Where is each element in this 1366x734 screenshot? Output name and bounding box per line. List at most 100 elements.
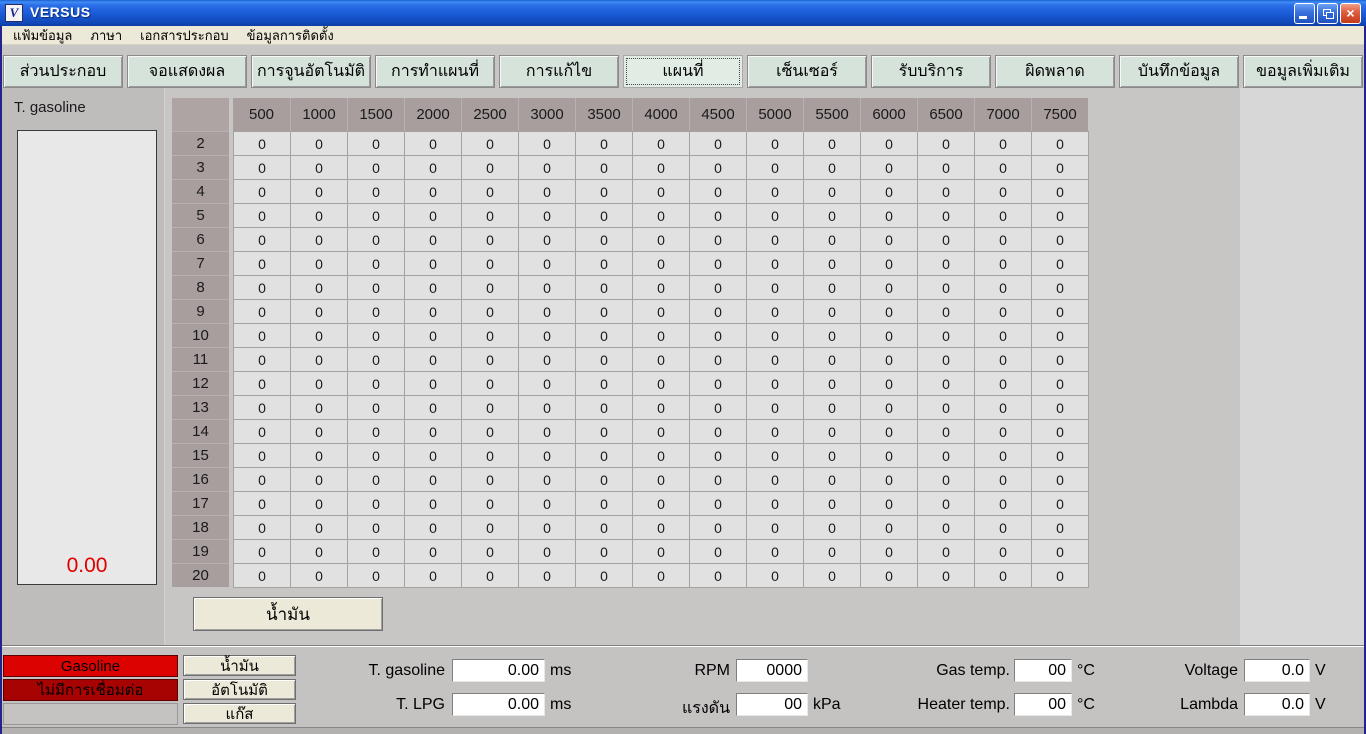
menu-item-3[interactable]: ข้อมูลการติดตั้ง: [238, 24, 343, 47]
map-cell[interactable]: 0: [519, 180, 576, 204]
map-cell[interactable]: 0: [576, 228, 633, 252]
map-cell[interactable]: 0: [975, 252, 1032, 276]
map-cell[interactable]: 0: [519, 348, 576, 372]
map-cell[interactable]: 0: [348, 276, 405, 300]
map-cell[interactable]: 0: [861, 180, 918, 204]
map-cell[interactable]: 0: [1032, 252, 1089, 276]
map-cell[interactable]: 0: [804, 252, 861, 276]
map-cell[interactable]: 0: [861, 132, 918, 156]
map-cell[interactable]: 0: [519, 492, 576, 516]
map-cell[interactable]: 0: [291, 300, 348, 324]
map-cell[interactable]: 0: [975, 324, 1032, 348]
map-cell[interactable]: 0: [918, 300, 975, 324]
map-cell[interactable]: 0: [633, 324, 690, 348]
map-cell[interactable]: 0: [291, 540, 348, 564]
map-cell[interactable]: 0: [234, 444, 291, 468]
menu-item-0[interactable]: แฟ้มข้อมูล: [4, 24, 81, 47]
minimize-button[interactable]: [1294, 3, 1315, 24]
map-cell[interactable]: 0: [576, 276, 633, 300]
tab-3[interactable]: การทำแผนที่: [375, 55, 495, 88]
map-cell[interactable]: 0: [519, 276, 576, 300]
map-cell[interactable]: 0: [405, 228, 462, 252]
map-cell[interactable]: 0: [1032, 540, 1089, 564]
map-cell[interactable]: 0: [576, 324, 633, 348]
map-cell[interactable]: 0: [576, 516, 633, 540]
map-cell[interactable]: 0: [462, 420, 519, 444]
map-cell[interactable]: 0: [234, 420, 291, 444]
map-cell[interactable]: 0: [633, 156, 690, 180]
map-cell[interactable]: 0: [519, 564, 576, 588]
map-cell[interactable]: 0: [747, 372, 804, 396]
map-cell[interactable]: 0: [975, 492, 1032, 516]
map-cell[interactable]: 0: [861, 300, 918, 324]
t-gasoline-input[interactable]: [452, 659, 545, 682]
map-cell[interactable]: 0: [291, 468, 348, 492]
map-cell[interactable]: 0: [462, 252, 519, 276]
map-cell[interactable]: 0: [975, 468, 1032, 492]
map-cell[interactable]: 0: [405, 372, 462, 396]
map-cell[interactable]: 0: [975, 132, 1032, 156]
map-cell[interactable]: 0: [747, 156, 804, 180]
restore-button[interactable]: [1317, 3, 1338, 24]
map-cell[interactable]: 0: [405, 252, 462, 276]
map-cell[interactable]: 0: [234, 180, 291, 204]
map-cell[interactable]: 0: [462, 540, 519, 564]
map-cell[interactable]: 0: [918, 324, 975, 348]
map-cell[interactable]: 0: [234, 252, 291, 276]
map-cell[interactable]: 0: [804, 372, 861, 396]
menu-item-1[interactable]: ภาษา: [81, 24, 131, 47]
map-cell[interactable]: 0: [1032, 228, 1089, 252]
map-cell[interactable]: 0: [861, 468, 918, 492]
tab-6[interactable]: เซ็นเซอร์: [747, 55, 867, 88]
map-cell[interactable]: 0: [747, 204, 804, 228]
map-cell[interactable]: 0: [918, 252, 975, 276]
map-cell[interactable]: 0: [747, 300, 804, 324]
map-cell[interactable]: 0: [348, 444, 405, 468]
map-cell[interactable]: 0: [861, 516, 918, 540]
map-cell[interactable]: 0: [975, 348, 1032, 372]
map-cell[interactable]: 0: [690, 156, 747, 180]
map-cell[interactable]: 0: [804, 396, 861, 420]
map-cell[interactable]: 0: [576, 444, 633, 468]
map-cell[interactable]: 0: [690, 492, 747, 516]
map-cell[interactable]: 0: [861, 204, 918, 228]
map-cell[interactable]: 0: [234, 324, 291, 348]
map-cell[interactable]: 0: [633, 276, 690, 300]
map-cell[interactable]: 0: [975, 564, 1032, 588]
map-cell[interactable]: 0: [804, 180, 861, 204]
map-cell[interactable]: 0: [291, 252, 348, 276]
map-cell[interactable]: 0: [1032, 180, 1089, 204]
map-cell[interactable]: 0: [918, 348, 975, 372]
map-cell[interactable]: 0: [576, 540, 633, 564]
map-cell[interactable]: 0: [690, 180, 747, 204]
map-cell[interactable]: 0: [918, 396, 975, 420]
map-cell[interactable]: 0: [690, 564, 747, 588]
map-cell[interactable]: 0: [462, 132, 519, 156]
map-cell[interactable]: 0: [405, 492, 462, 516]
map-cell[interactable]: 0: [1032, 564, 1089, 588]
map-cell[interactable]: 0: [975, 228, 1032, 252]
map-cell[interactable]: 0: [348, 180, 405, 204]
map-cell[interactable]: 0: [462, 492, 519, 516]
map-cell[interactable]: 0: [861, 444, 918, 468]
map-cell[interactable]: 0: [462, 204, 519, 228]
map-cell[interactable]: 0: [291, 228, 348, 252]
map-cell[interactable]: 0: [519, 420, 576, 444]
map-cell[interactable]: 0: [291, 420, 348, 444]
map-cell[interactable]: 0: [633, 516, 690, 540]
map-cell[interactable]: 0: [348, 348, 405, 372]
map-cell[interactable]: 0: [918, 204, 975, 228]
map-cell[interactable]: 0: [975, 444, 1032, 468]
map-cell[interactable]: 0: [1032, 348, 1089, 372]
map-cell[interactable]: 0: [918, 372, 975, 396]
map-cell[interactable]: 0: [348, 468, 405, 492]
map-cell[interactable]: 0: [861, 324, 918, 348]
map-cell[interactable]: 0: [747, 444, 804, 468]
map-cell[interactable]: 0: [576, 180, 633, 204]
map-cell[interactable]: 0: [690, 300, 747, 324]
map-cell[interactable]: 0: [861, 540, 918, 564]
map-cell[interactable]: 0: [918, 468, 975, 492]
map-cell[interactable]: 0: [462, 156, 519, 180]
map-cell[interactable]: 0: [405, 132, 462, 156]
map-cell[interactable]: 0: [804, 540, 861, 564]
